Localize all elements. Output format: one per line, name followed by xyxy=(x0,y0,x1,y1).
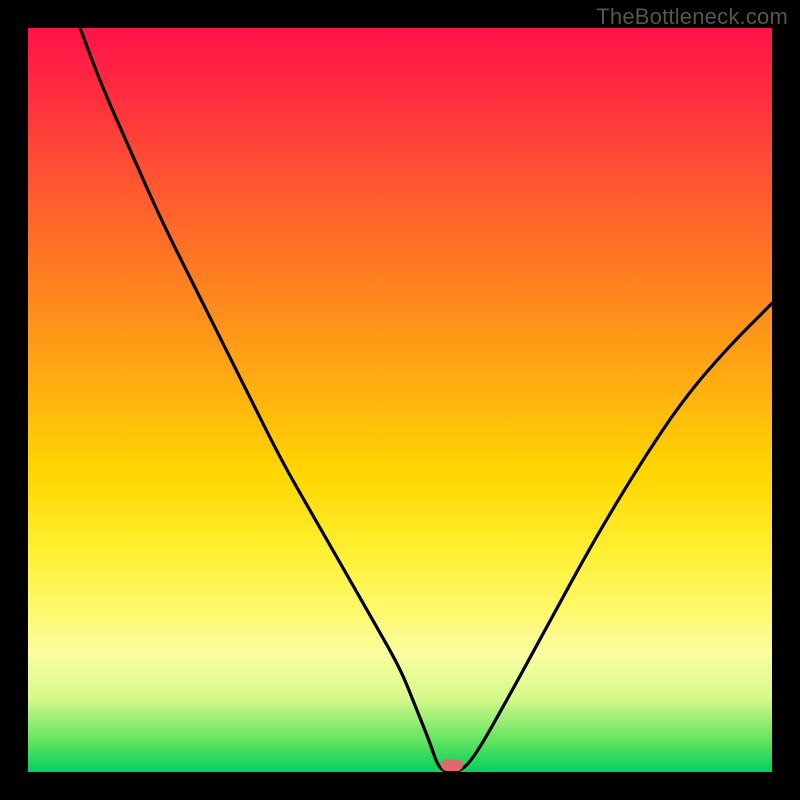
curve-path xyxy=(80,28,772,772)
chart-frame: TheBottleneck.com xyxy=(0,0,800,800)
optimal-point-marker xyxy=(441,759,463,771)
bottleneck-curve xyxy=(28,28,772,772)
watermark-text: TheBottleneck.com xyxy=(596,4,788,30)
plot-area xyxy=(28,28,772,772)
